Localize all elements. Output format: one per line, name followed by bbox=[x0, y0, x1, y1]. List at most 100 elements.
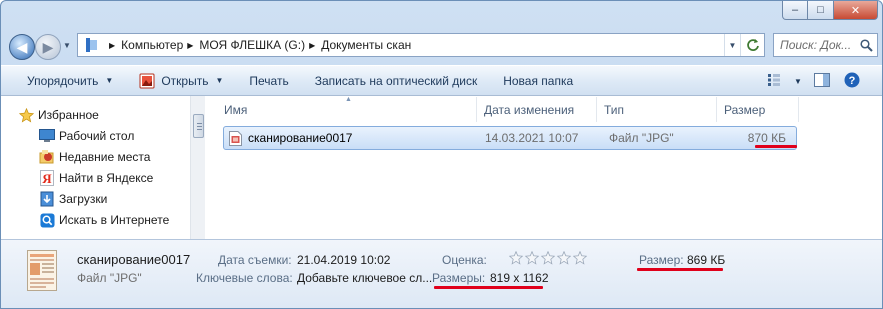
sidebar-item-label: Недавние места bbox=[59, 150, 151, 164]
date-taken-label: Дата съемки: bbox=[218, 253, 292, 267]
scrollbar-grip bbox=[197, 126, 202, 127]
chevron-right-icon[interactable]: ▶ bbox=[109, 41, 115, 50]
forward-arrow-icon: ▶ bbox=[42, 38, 54, 55]
recent-pages-dropdown-icon[interactable]: ▼ bbox=[63, 41, 71, 50]
downloads-icon bbox=[39, 191, 55, 207]
sidebar-item-label: Найти в Яндексе bbox=[59, 171, 154, 185]
forward-button[interactable]: ▶ bbox=[35, 34, 61, 60]
caption-buttons: – □ ✕ bbox=[782, 1, 878, 21]
print-button[interactable]: Печать bbox=[243, 69, 294, 93]
chevron-right-icon[interactable]: ▶ bbox=[309, 41, 315, 50]
column-header-name[interactable]: Имя bbox=[219, 97, 477, 122]
command-bar: Упорядочить ▼ Открыть ▼ Печать Записать … bbox=[1, 65, 882, 96]
search-input[interactable] bbox=[780, 38, 858, 52]
help-button[interactable]: ? bbox=[840, 70, 864, 92]
navigation-bar: ◀ ▶ ▼ ▶ Компьютер ▶ МОЯ ФЛЕШКА (G:) ▶ До… bbox=[7, 31, 878, 61]
sidebar-item-label: Искать в Интернете bbox=[59, 213, 170, 227]
rating-star-icon[interactable] bbox=[557, 251, 571, 265]
burn-to-disc-button[interactable]: Записать на оптический диск bbox=[309, 69, 484, 93]
column-header-type[interactable]: Тип bbox=[599, 97, 717, 122]
sidebar-item-label: Загрузки bbox=[59, 192, 108, 206]
organize-label: Упорядочить bbox=[27, 73, 99, 88]
sidebar-item-favorites[interactable]: Избранное bbox=[18, 107, 99, 122]
column-header-date[interactable]: Дата изменения bbox=[479, 97, 597, 122]
keywords-label: Ключевые слова: bbox=[196, 271, 293, 285]
nav-buttons: ◀ ▶ ▼ bbox=[7, 32, 73, 60]
breadcrumb-item-folder[interactable]: Документы скан bbox=[321, 38, 411, 52]
highlight-underline-size bbox=[637, 268, 723, 271]
breadcrumb-item-computer[interactable]: Компьютер bbox=[121, 38, 183, 52]
highlight-underline-dimensions bbox=[434, 286, 543, 289]
date-taken-value[interactable]: 21.04.2019 10:02 bbox=[297, 253, 390, 267]
file-thumbnail bbox=[27, 250, 57, 291]
image-viewer-icon bbox=[139, 73, 155, 89]
preview-pane-icon bbox=[814, 72, 830, 90]
refresh-icon[interactable] bbox=[740, 34, 764, 56]
close-button[interactable]: ✕ bbox=[834, 1, 878, 20]
file-date: 14.03.2021 10:07 bbox=[485, 131, 579, 145]
details-pane: сканирование0017 Файл "JPG" Дата съемки:… bbox=[1, 239, 882, 308]
rating-stars[interactable] bbox=[509, 251, 587, 265]
view-options-button[interactable] bbox=[762, 70, 786, 92]
back-button[interactable]: ◀ bbox=[9, 34, 35, 60]
organize-button[interactable]: Упорядочить ▼ bbox=[21, 69, 119, 93]
sidebar-item-recent-places[interactable]: Недавние места bbox=[39, 150, 151, 164]
sidebar-item-yandex[interactable]: Я Найти в Яндексе bbox=[40, 170, 154, 186]
sidebar-item-label: Рабочий стол bbox=[59, 129, 135, 143]
new-folder-button[interactable]: Новая папка bbox=[497, 69, 579, 93]
view-controls: ▼ ? bbox=[762, 70, 864, 92]
sidebar-item-downloads[interactable]: Загрузки bbox=[40, 191, 108, 207]
recent-places-icon bbox=[39, 149, 55, 165]
size-label: Размер: bbox=[639, 253, 684, 267]
rating-star-icon[interactable] bbox=[541, 251, 555, 265]
dimensions-value: 819 x 1162 bbox=[490, 271, 549, 285]
open-button[interactable]: Открыть ▼ bbox=[133, 69, 229, 93]
dimensions-label: Размеры: bbox=[432, 271, 486, 285]
file-size: 870 КБ bbox=[747, 131, 786, 145]
table-row[interactable]: сканирование0017 14.03.2021 10:07 Файл "… bbox=[223, 126, 797, 150]
minimize-button[interactable]: – bbox=[782, 1, 808, 20]
address-dropdown-icon[interactable]: ▼ bbox=[724, 34, 740, 56]
file-type: Файл "JPG" bbox=[609, 131, 674, 145]
scrollbar-grip bbox=[197, 129, 202, 130]
jpg-file-icon bbox=[229, 131, 242, 146]
back-arrow-icon: ◀ bbox=[16, 38, 28, 55]
address-controls: ▼ bbox=[724, 34, 764, 56]
folder-icon bbox=[83, 37, 101, 53]
breadcrumb-item-drive[interactable]: МОЯ ФЛЕШКА (G:) bbox=[199, 38, 305, 52]
size-value: 869 КБ bbox=[687, 253, 726, 267]
svg-text:Я: Я bbox=[42, 171, 52, 186]
highlight-underline-file-size bbox=[755, 145, 797, 148]
preview-pane-button[interactable] bbox=[810, 70, 834, 92]
maximize-button[interactable]: □ bbox=[808, 1, 834, 20]
desktop-icon bbox=[39, 128, 55, 144]
open-label: Открыть bbox=[161, 73, 209, 88]
new-folder-label: Новая папка bbox=[503, 73, 574, 88]
scrollbar-thumb[interactable] bbox=[193, 114, 204, 138]
print-label: Печать bbox=[249, 73, 289, 88]
chevron-down-icon: ▼ bbox=[105, 76, 114, 85]
search-icon[interactable] bbox=[858, 37, 874, 53]
navigation-scrollbar[interactable] bbox=[190, 96, 205, 239]
search-box[interactable] bbox=[773, 33, 878, 57]
rating-star-icon[interactable] bbox=[509, 251, 523, 265]
view-dropdown-icon[interactable]: ▼ bbox=[792, 70, 804, 92]
burn-label: Записать на оптический диск bbox=[314, 73, 478, 88]
help-icon: ? bbox=[844, 72, 860, 91]
content-area: Избранное Рабочий стол Недавние места Я … bbox=[1, 96, 882, 239]
chevron-down-icon: ▼ bbox=[215, 76, 224, 85]
star-icon bbox=[18, 107, 34, 123]
column-header-size[interactable]: Размер bbox=[719, 97, 799, 122]
explorer-window: – □ ✕ ◀ ▶ ▼ ▶ Компьютер ▶ МОЯ ФЛЕШКА (G:… bbox=[0, 0, 883, 309]
sidebar-item-search-web[interactable]: Искать в Интернете bbox=[39, 212, 170, 228]
navigation-pane: Избранное Рабочий стол Недавние места Я … bbox=[1, 96, 190, 239]
sidebar-item-desktop[interactable]: Рабочий стол bbox=[39, 129, 135, 143]
svg-text:?: ? bbox=[849, 75, 856, 87]
address-bar[interactable]: ▶ Компьютер ▶ МОЯ ФЛЕШКА (G:) ▶ Документ… bbox=[77, 33, 765, 57]
rating-star-icon[interactable] bbox=[525, 251, 539, 265]
scrollbar-grip bbox=[197, 123, 202, 124]
details-file-type: Файл "JPG" bbox=[77, 271, 142, 285]
rating-star-icon[interactable] bbox=[573, 251, 587, 265]
chevron-right-icon[interactable]: ▶ bbox=[187, 41, 193, 50]
keywords-value[interactable]: Добавьте ключевое сл... bbox=[297, 271, 432, 285]
